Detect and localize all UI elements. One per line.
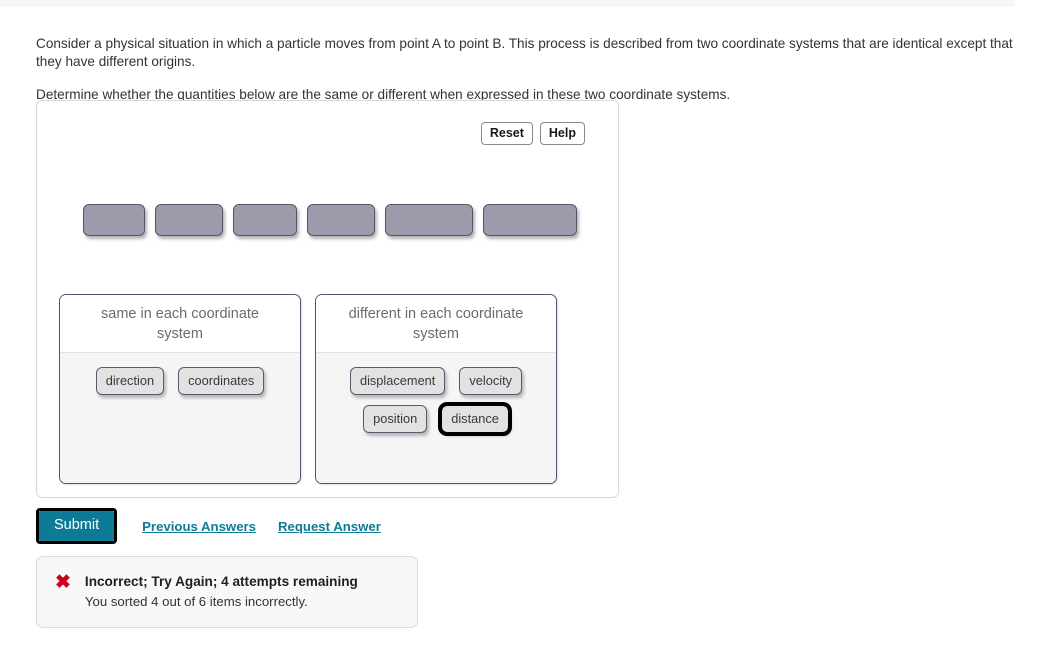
feedback-title: Incorrect; Try Again; 4 attempts remaini…: [84, 574, 358, 589]
empty-slot[interactable]: [83, 204, 145, 236]
cross-mark-icon: ✖: [55, 572, 71, 593]
empty-slot[interactable]: [155, 204, 223, 236]
feedback-detail: You sorted 4 out of 6 items incorrectly.: [84, 594, 308, 609]
reset-button[interactable]: Reset: [480, 122, 533, 145]
tile-row: displacement velocity: [326, 367, 546, 395]
empty-slot[interactable]: [385, 204, 473, 236]
request-answer-link[interactable]: Request Answer: [278, 519, 381, 534]
top-strip: [0, 0, 1015, 7]
help-button[interactable]: Help: [539, 122, 585, 145]
draggable-tile[interactable]: position: [363, 405, 428, 433]
drop-zone-body[interactable]: direction coordinates: [60, 353, 300, 483]
drop-zone-title: different in each coordinate system: [316, 295, 556, 353]
drop-zone-title: same in each coordinate system: [60, 295, 300, 353]
submit-button[interactable]: Submit: [39, 511, 115, 541]
answer-links: Previous Answers Request Answer: [142, 519, 381, 534]
drop-zone[interactable]: different in each coordinate system displ…: [315, 294, 557, 484]
draggable-tile[interactable]: displacement: [349, 367, 446, 395]
sorting-activity-panel: Reset Help same in each coordinate syste…: [36, 100, 619, 498]
previous-answers-link[interactable]: Previous Answers: [142, 519, 256, 534]
submit-button-focus-ring: Submit: [36, 508, 118, 544]
tile-row: direction coordinates: [70, 367, 290, 395]
prompt-paragraph-1: Consider a physical situation in which a…: [36, 35, 1013, 69]
feedback-text: Incorrect; Try Again; 4 attempts remaini…: [85, 573, 403, 611]
draggable-tile[interactable]: distance: [438, 402, 512, 436]
empty-slot[interactable]: [307, 204, 375, 236]
empty-slot[interactable]: [483, 204, 577, 236]
activity-toolbar: Reset Help: [480, 122, 585, 145]
feedback-banner: ✖ Incorrect; Try Again; 4 attempts remai…: [36, 556, 418, 628]
action-row: Submit Previous Answers Request Answer: [36, 508, 381, 544]
item-bank-slot-row: [83, 204, 577, 236]
drop-zone-body[interactable]: displacement velocity position distance: [316, 353, 556, 483]
drop-zone[interactable]: same in each coordinate system direction c…: [59, 294, 301, 484]
empty-slot[interactable]: [233, 204, 297, 236]
drop-zone-container: same in each coordinate system direction c…: [59, 294, 557, 484]
page-root: Consider a physical situation in which a…: [0, 0, 1044, 645]
draggable-tile[interactable]: velocity: [459, 367, 523, 395]
draggable-tile[interactable]: direction: [95, 367, 165, 395]
draggable-tile[interactable]: coordinates: [178, 367, 265, 395]
tile-row: position distance: [326, 402, 546, 436]
